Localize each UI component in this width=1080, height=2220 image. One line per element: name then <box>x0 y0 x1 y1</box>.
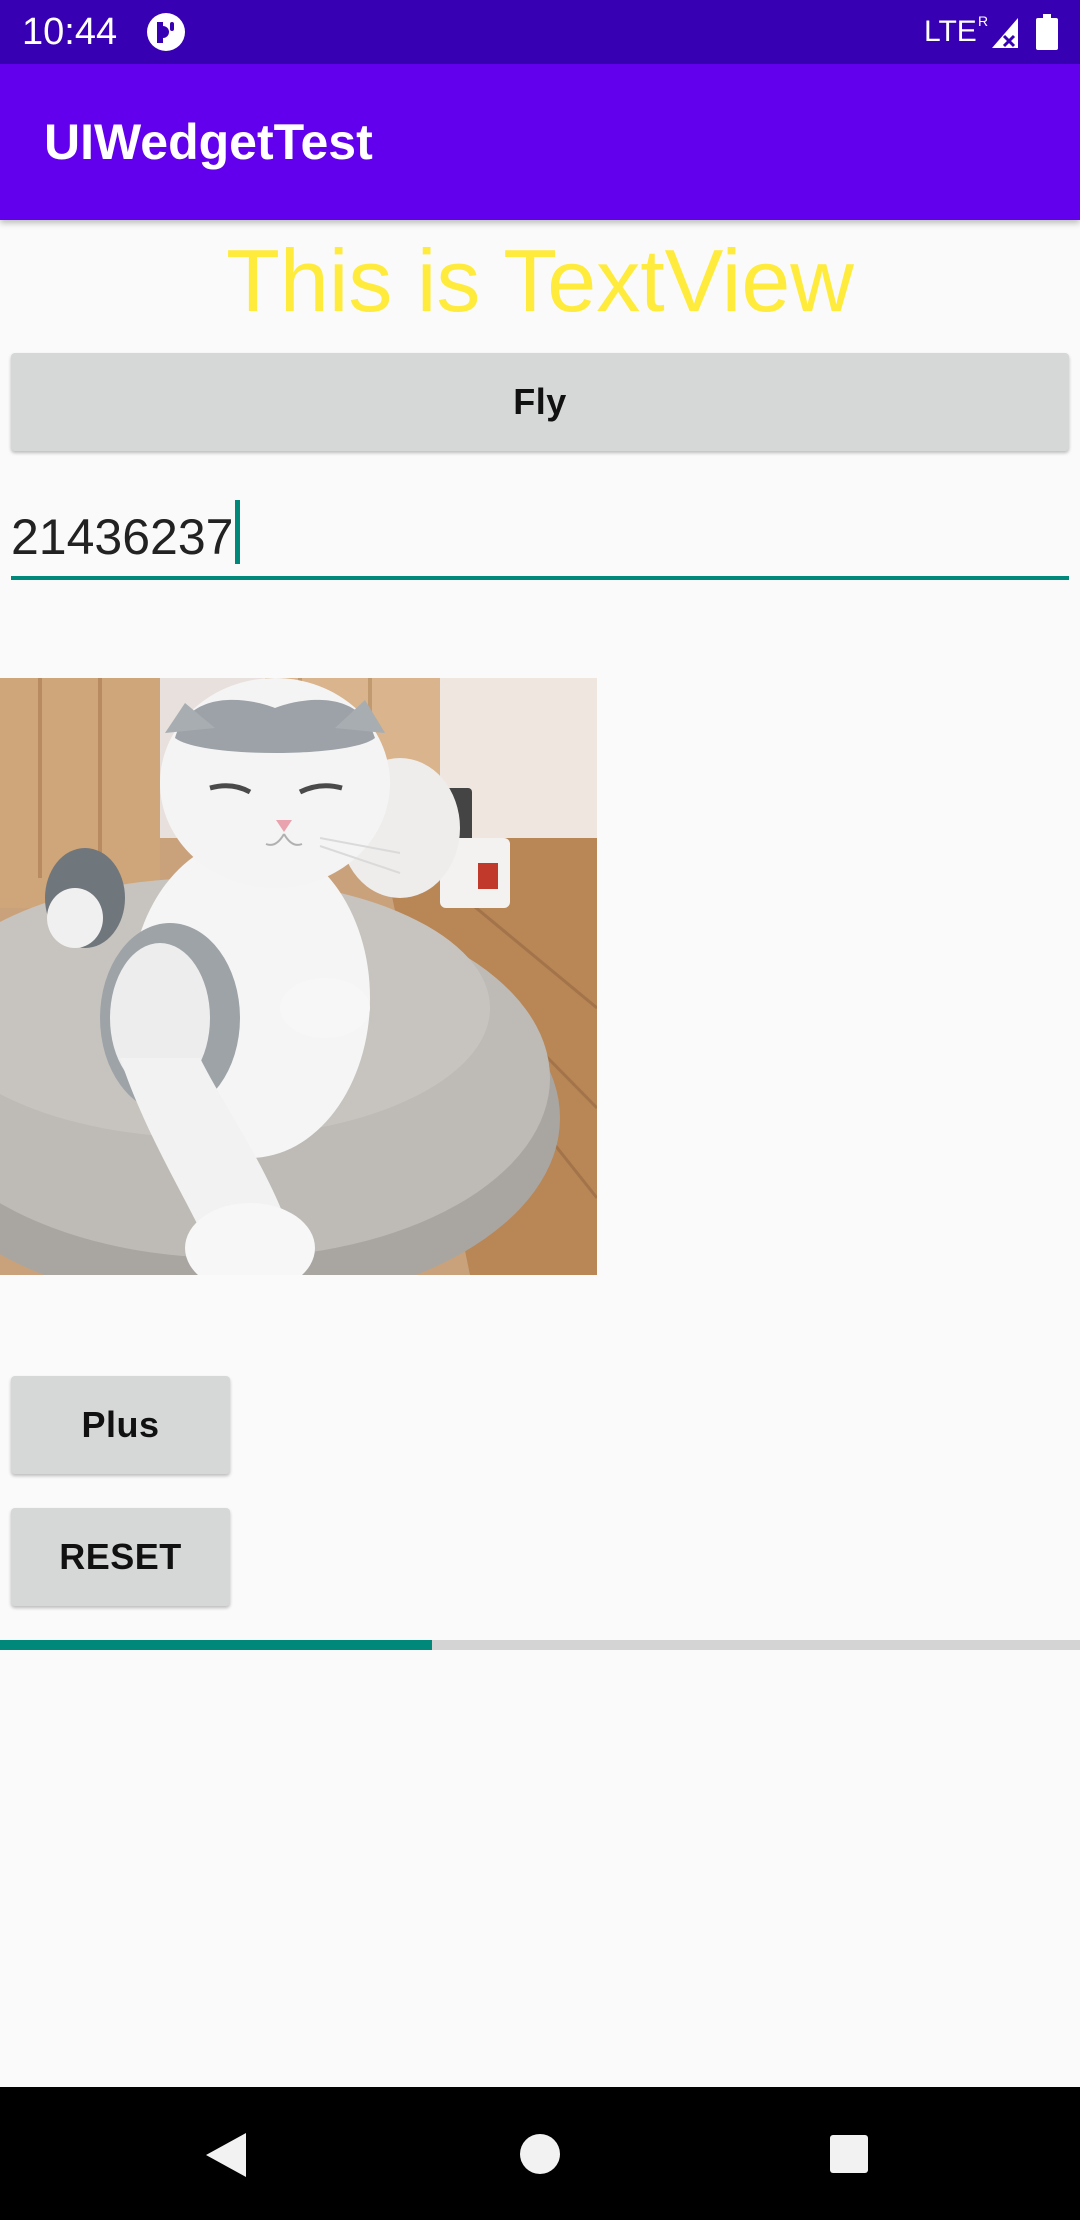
reset-button[interactable]: RESET <box>11 1508 230 1606</box>
cat-photo <box>0 678 597 1275</box>
back-icon[interactable] <box>204 2131 248 2179</box>
navigation-bar <box>0 2087 1080 2220</box>
edit-text-field[interactable]: 21436237 <box>11 494 1069 580</box>
app-bar: UIWedgetTest <box>0 64 1080 220</box>
signal-icon: R <box>978 14 1018 48</box>
status-bar: 10:44 LTE R <box>0 0 1080 64</box>
fly-button[interactable]: Fly <box>11 353 1069 451</box>
recents-icon[interactable] <box>829 2134 869 2174</box>
home-icon[interactable] <box>519 2133 561 2175</box>
text-cursor <box>235 500 241 564</box>
image-view <box>0 678 597 1275</box>
plus-button[interactable]: Plus <box>11 1376 230 1474</box>
text-view: This is TextView <box>226 231 854 330</box>
edit-text-value-container: 21436237 <box>11 500 241 571</box>
battery-icon <box>1036 14 1058 50</box>
app-title: UIWedgetTest <box>44 114 373 170</box>
network-type: LTE <box>924 15 977 48</box>
edit-text-value: 21436237 <box>11 509 234 565</box>
progress-bar <box>0 1640 1080 1650</box>
app-notification-icon <box>147 13 185 51</box>
progress-bar-fill <box>0 1640 432 1650</box>
status-time: 10:44 <box>22 11 118 53</box>
roaming-mark: R <box>978 14 988 29</box>
